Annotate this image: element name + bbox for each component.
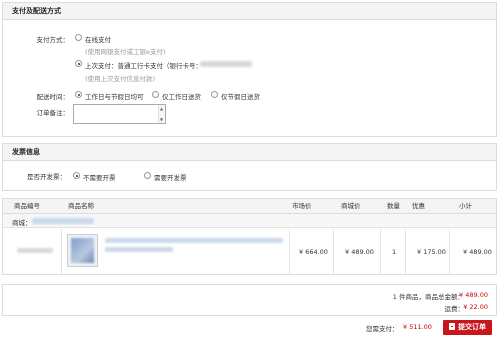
col-product-id: 商品编号 [14, 202, 40, 210]
submit-order-button[interactable]: 提交订单 [443, 320, 492, 335]
delivery-time-label: 配送时间： [36, 93, 70, 101]
payment-method-label: 支付方式： [36, 36, 70, 44]
no-invoice-label[interactable]: 不需要开票 [83, 172, 116, 182]
shop-name-link[interactable] [32, 218, 94, 224]
product-thumbnail[interactable] [67, 234, 98, 267]
col-divider [405, 229, 406, 275]
shipping-label: 运费： [444, 305, 465, 313]
delivery-weekday-label[interactable]: 仅工作日送货 [162, 91, 201, 101]
invoice-section-title: 发票信息 [3, 144, 496, 161]
delivery-holiday-label[interactable]: 仅节假日送货 [221, 91, 260, 101]
last-pay-radio[interactable] [75, 60, 82, 67]
subtotal: ¥ 489.00 [463, 248, 492, 256]
delivery-any-radio[interactable] [75, 91, 82, 98]
shop-label: 商城： [12, 219, 32, 227]
last-pay-hint: (使用上次支付信息付款) [85, 75, 156, 83]
document-icon [449, 323, 455, 330]
product-name-link-line2[interactable] [105, 247, 173, 252]
col-subtotal: 小计 [459, 202, 472, 210]
no-invoice-radio[interactable] [73, 172, 80, 179]
delivery-holiday-radio[interactable] [211, 91, 218, 98]
need-invoice-radio[interactable] [144, 172, 151, 179]
need-invoice-label: 是否开发票： [27, 173, 66, 181]
payment-section-title: 支付及配送方式 [3, 3, 496, 20]
remark-scrollbar[interactable]: ▲ ▼ [158, 105, 165, 123]
online-pay-label[interactable]: 在线支付 [85, 34, 111, 44]
submit-order-label: 提交订单 [458, 323, 486, 331]
masked-card-number [200, 61, 252, 67]
delivery-weekday-radio[interactable] [152, 91, 159, 98]
col-market-price: 市场价 [292, 202, 312, 210]
online-pay-hint: (使用网银支付或工银e支付) [85, 48, 166, 56]
col-product-name: 商品名称 [68, 202, 94, 210]
col-discount: 优惠 [412, 202, 425, 210]
mall-price: ¥ 489.00 [345, 248, 374, 256]
order-summary: 1 件商品，商品总金额： ¥ 489.00 运费： ¥ 22.00 [2, 284, 497, 316]
invoice-panel: 发票信息 是否开发票： 不需要开票 需要开发票 [2, 143, 497, 191]
scroll-down-icon[interactable]: ▼ [160, 117, 163, 122]
product-image [71, 238, 94, 263]
shop-row: 商城： [3, 214, 496, 228]
product-name-link[interactable] [105, 238, 283, 243]
items-total-value: ¥ 489.00 [459, 291, 488, 299]
shipping-value: ¥ 22.00 [463, 303, 488, 311]
col-divider [449, 229, 450, 275]
online-pay-radio[interactable] [75, 34, 82, 41]
payable-label: 您需支付： [366, 325, 399, 333]
need-invoice-option-label[interactable]: 需要开发票 [154, 172, 187, 182]
items-total-label: 1 件商品，商品总金额： [392, 293, 464, 301]
payable-value: ¥ 511.00 [403, 323, 432, 331]
last-pay-label[interactable]: 上次支付：普通工行卡支付（银行卡号： [85, 60, 202, 70]
product-id [17, 248, 53, 253]
quantity: 1 [392, 248, 397, 256]
product-table: 商品编号 商品名称 市场价 商城价 数量 优惠 小计 商城： ¥ 664.00 … [2, 198, 497, 275]
order-remark-label: 订单备注： [36, 109, 70, 117]
col-mall-price: 商城价 [341, 202, 361, 210]
table-header-row: 商品编号 商品名称 市场价 商城价 数量 优惠 小计 [3, 199, 496, 214]
col-divider [333, 229, 334, 275]
delivery-any-label[interactable]: 工作日与节假日均可 [85, 91, 144, 101]
col-divider [380, 229, 381, 275]
discount: ¥ 175.00 [417, 248, 446, 256]
market-price: ¥ 664.00 [299, 248, 328, 256]
col-divider [61, 229, 62, 275]
col-quantity: 数量 [387, 202, 400, 210]
table-row: ¥ 664.00 ¥ 489.00 1 ¥ 175.00 ¥ 489.00 [3, 229, 496, 275]
col-divider [289, 229, 290, 275]
payment-panel: 支付及配送方式 支付方式： 在线支付 (使用网银支付或工银e支付) 上次支付：普… [2, 2, 497, 137]
scroll-up-icon[interactable]: ▲ [160, 106, 163, 111]
order-remark-textarea[interactable]: ▲ ▼ [73, 104, 166, 124]
